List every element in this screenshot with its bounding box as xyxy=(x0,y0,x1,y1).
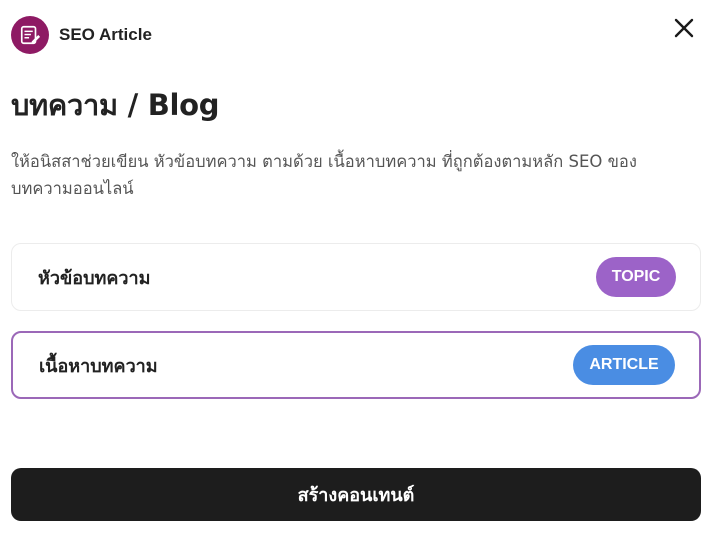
topic-badge: TOPIC xyxy=(596,257,676,297)
option-topic[interactable]: หัวข้อบทความ TOPIC xyxy=(11,243,701,311)
dialog-header: SEO Article xyxy=(11,16,152,54)
close-button[interactable] xyxy=(671,15,697,41)
option-article-label: เนื้อหาบทความ xyxy=(39,355,158,377)
create-content-button[interactable]: สร้างคอนเทนต์ xyxy=(11,468,701,521)
article-badge: ARTICLE xyxy=(573,345,675,385)
option-article[interactable]: เนื้อหาบทความ ARTICLE xyxy=(11,331,701,399)
seo-article-dialog: SEO Article บทความ / Blog ให้อนิสสาช่วยเ… xyxy=(0,0,719,535)
article-edit-icon xyxy=(11,16,49,54)
page-title: บทความ / Blog xyxy=(11,88,220,122)
close-icon xyxy=(674,18,694,38)
option-topic-label: หัวข้อบทความ xyxy=(38,267,151,289)
app-name: SEO Article xyxy=(59,25,152,44)
page-description: ให้อนิสสาช่วยเขียน หัวข้อบทความ ตามด้วย … xyxy=(11,152,637,198)
